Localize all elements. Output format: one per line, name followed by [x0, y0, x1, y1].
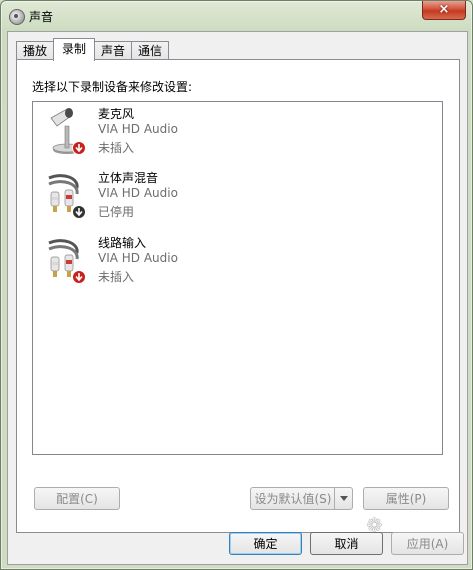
configure-button[interactable]: 配置(C) — [34, 487, 120, 510]
device-driver: VIA HD Audio — [98, 186, 178, 200]
speaker-icon — [9, 9, 25, 25]
device-driver: VIA HD Audio — [98, 251, 178, 265]
disabled-badge-icon — [72, 205, 86, 219]
tab-recording[interactable]: 录制 — [53, 38, 96, 61]
properties-button[interactable]: 属性(P) — [363, 487, 449, 510]
device-status: 已停用 — [98, 205, 135, 219]
device-status: 未插入 — [98, 141, 135, 155]
recording-device-list[interactable]: 麦克风 VIA HD Audio 未插入 立体声混音 VIA HD Audio … — [32, 101, 443, 455]
close-icon: × — [438, 2, 450, 17]
title-bar[interactable]: 声音 × — [1, 1, 472, 31]
chevron-down-icon[interactable] — [334, 488, 352, 509]
tab-sounds[interactable]: 声音 — [94, 41, 133, 61]
stereo-mix-cable-icon — [48, 174, 86, 219]
ok-button[interactable]: 确定 — [229, 532, 302, 555]
microphone-icon — [50, 108, 86, 155]
recording-tab-panel: 选择以下录制设备来修改设置: 麦克风 VIA HD Audio 未插入 立体声混… — [16, 59, 460, 533]
device-name: 麦克风 — [98, 107, 135, 121]
instruction-text: 选择以下录制设备来修改设置: — [32, 80, 193, 94]
tab-playback[interactable]: 播放 — [16, 41, 55, 61]
unplugged-badge-icon — [72, 270, 86, 284]
apply-button[interactable]: 应用(A) — [391, 532, 464, 555]
window-title: 声音 — [29, 10, 54, 24]
unplugged-badge-icon — [72, 141, 86, 155]
sound-dialog: 声音 × 播放 录制 声音 通信 选择以下录制设备来修改设置: 麦克风 VIA … — [0, 0, 473, 570]
line-in-cable-icon — [48, 239, 86, 284]
device-name: 线路输入 — [98, 236, 147, 250]
set-default-button-label: 设为默认值(S) — [254, 492, 332, 506]
dialog-client-area: 播放 录制 声音 通信 选择以下录制设备来修改设置: 麦克风 VIA HD Au… — [7, 31, 468, 565]
device-item-microphone[interactable]: 麦克风 VIA HD Audio 未插入 — [33, 102, 442, 164]
set-default-split-button[interactable]: 设为默认值(S) — [250, 487, 353, 510]
cancel-button[interactable]: 取消 — [310, 532, 383, 555]
tab-strip: 播放 录制 声音 通信 — [16, 38, 170, 61]
device-item-stereo-mix[interactable]: 立体声混音 VIA HD Audio 已停用 — [33, 166, 442, 228]
device-item-line-in[interactable]: 线路输入 VIA HD Audio 未插入 — [33, 231, 442, 293]
tab-communications[interactable]: 通信 — [131, 41, 170, 61]
device-name: 立体声混音 — [98, 171, 159, 185]
device-driver: VIA HD Audio — [98, 122, 178, 136]
close-button[interactable]: × — [422, 1, 466, 20]
device-status: 未插入 — [98, 270, 135, 284]
